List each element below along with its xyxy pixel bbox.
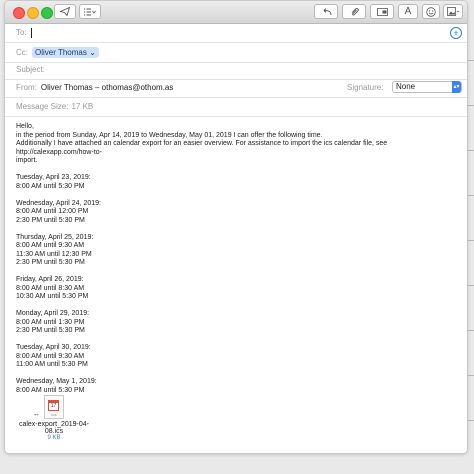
greeting: Hello, (16, 123, 34, 130)
time-slot: 10:30 AM until 5:30 PM (16, 293, 89, 300)
attachment-name: calex-export_2019-04- (18, 421, 90, 428)
time-slot: 8:00 AM until 9:30 AM (16, 352, 85, 360)
time-slot: 8:00 AM until 5:30 PM (16, 386, 85, 394)
body-line: in the period from Sunday, Apr 14, 2019 … (16, 131, 323, 139)
font-button[interactable]: A (398, 4, 418, 19)
text-cursor (30, 27, 32, 38)
from-row: From: Oliver Thomas – othomas@othom.as S… (5, 78, 467, 98)
time-slot: 11:00 AM until 5:30 PM (16, 361, 88, 368)
availability-day: Wednesday, May 1, 2019: (16, 378, 97, 385)
undo-arrow-icon (323, 7, 331, 15)
body-line: Additionally I have attached an calendar… (16, 140, 388, 156)
close-button[interactable] (13, 7, 25, 19)
select-arrows-icon: ▴▾ (452, 81, 461, 93)
attachment-size: 9 KB (47, 435, 61, 441)
availability-day: Friday, April 26, 2019: (16, 276, 84, 283)
attach-button[interactable] (342, 4, 366, 19)
from-label: From: (16, 83, 37, 92)
time-slot: 2:30 PM until 5:30 PM (16, 327, 85, 334)
signature-select[interactable]: None ▴▾ (392, 81, 462, 93)
time-slot: 8:00 AM until 5:30 PM (16, 182, 85, 190)
calendar-date: 17 (48, 400, 59, 411)
time-slot: 8:00 AM until 1:30 PM (16, 318, 85, 326)
body-line: import. (16, 157, 38, 164)
smiley-icon (426, 6, 436, 17)
subject-row[interactable]: Subject: (5, 60, 467, 80)
time-slot: 11:30 AM until 12:30 PM (16, 250, 92, 258)
attachment[interactable]: 17 ICS calex-export_2019-04- 08.ics 9 KB (14, 395, 94, 441)
availability-day: Thursday, April 25, 2019: (16, 233, 94, 241)
to-row[interactable]: To: + (5, 23, 467, 43)
title-bar: A (5, 1, 467, 24)
list-icon (84, 8, 96, 15)
time-slot: 8:00 AM until 8:30 AM (16, 284, 85, 292)
time-slot: 8:00 AM until 9:30 AM (16, 242, 85, 249)
photo-browser-icon (446, 7, 459, 16)
chevron-down-icon: ⌄ (86, 48, 96, 57)
message-size-label: Message Size: (16, 102, 69, 111)
background-window-edge (467, 20, 474, 460)
signature-separator: -- (34, 412, 39, 419)
file-extension: ICS (51, 413, 57, 417)
cc-recipient-name: Oliver Thomas (35, 48, 87, 57)
send-button[interactable] (54, 4, 76, 19)
time-slot: 2:30 PM until 5:30 PM (16, 216, 85, 224)
paperclip-icon (351, 7, 359, 16)
availability-day: Tuesday, April 23, 2019: (16, 174, 91, 181)
cc-label: Cc: (16, 48, 28, 57)
availability-day: Monday, April 29, 2019: (16, 310, 90, 317)
compose-window: A To: + Cc: Oliver Thomas ⌄ Subject: Fro… (4, 0, 468, 454)
to-label: To: (16, 28, 27, 37)
signature-value: None (396, 82, 416, 91)
add-recipient-icon[interactable]: + (450, 27, 462, 39)
photo-browser-button[interactable] (443, 4, 463, 19)
header-fields-icon (376, 7, 388, 16)
message-size-row: Message Size: 17 KB (5, 97, 467, 117)
ics-file-icon: 17 ICS (44, 395, 64, 419)
message-body[interactable]: Hello, in the period from Sunday, Apr 14… (16, 123, 461, 421)
time-slot: 2:30 PM until 5:30 PM (16, 259, 85, 266)
header-fields-button[interactable] (370, 4, 394, 19)
availability-day: Tuesday, April 30, 2019: (16, 344, 91, 351)
zoom-button[interactable] (41, 7, 53, 19)
emoji-button[interactable] (422, 4, 440, 19)
message-size-value: 17 KB (71, 102, 94, 111)
font-label: A (404, 6, 412, 17)
from-account-select[interactable]: Oliver Thomas – othomas@othom.as (41, 83, 173, 92)
signature-label: Signature: (347, 83, 384, 92)
reply-button[interactable] (314, 4, 338, 19)
subject-label: Subject: (16, 65, 45, 74)
minimize-button[interactable] (27, 7, 39, 19)
format-button[interactable] (79, 4, 101, 19)
attachment-name: 08.ics (44, 428, 64, 435)
availability-day: Wednesday, April 24, 2019: (16, 199, 101, 207)
time-slot: 8:00 AM until 12:00 PM (16, 208, 89, 215)
paper-plane-icon (60, 7, 70, 16)
cc-recipient-token[interactable]: Oliver Thomas ⌄ (32, 47, 99, 58)
